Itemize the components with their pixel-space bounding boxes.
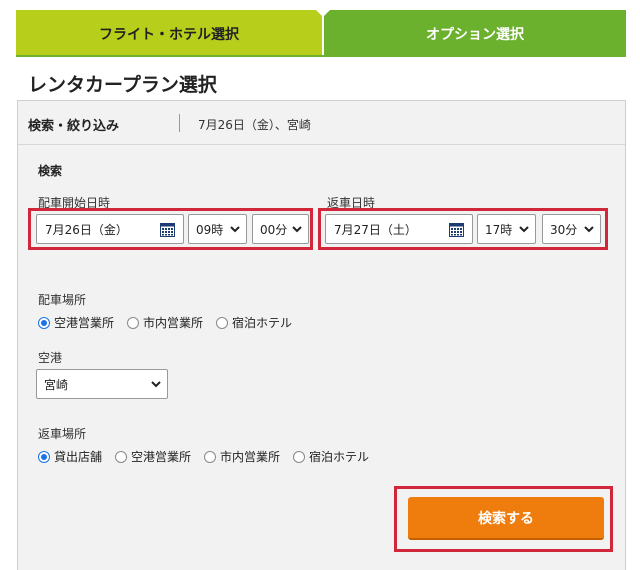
radio-selected-icon[interactable] [38, 450, 50, 463]
search-panel-header[interactable]: 検索・絞り込み 7月26日（金）、宮崎 [18, 101, 625, 145]
radio-label: 宿泊ホテル [232, 316, 293, 330]
pickup-minute-select[interactable]: 00分 [252, 214, 309, 244]
return-hour-select[interactable]: 17時 [477, 214, 536, 244]
radio-icon[interactable] [115, 450, 128, 463]
pickup-place-label: 配車場所 [38, 293, 87, 307]
radio-selected-icon[interactable] [38, 316, 50, 329]
tab-underline [16, 55, 626, 57]
radio-pickup-airport-office[interactable]: 空港営業所 [38, 314, 114, 331]
step-tabs: フライト・ホテル選択 オプション選択 [16, 10, 626, 57]
return-place-radio-group: 貸出店舗 空港営業所 市内営業所 宿泊ホテル [38, 448, 382, 465]
search-section-title: 検索 [38, 164, 63, 178]
header-divider [179, 114, 180, 132]
calendar-icon[interactable] [449, 222, 464, 237]
chevron-down-icon [151, 381, 161, 388]
page-title: レンタカープラン選択 [28, 74, 217, 96]
radio-icon[interactable] [293, 450, 306, 463]
radio-label: 空港営業所 [54, 316, 115, 330]
return-date-value: 7月27日（土） [334, 222, 417, 237]
radio-icon[interactable] [127, 316, 140, 329]
chevron-down-icon [230, 226, 240, 233]
return-minute-value: 30分 [550, 222, 578, 237]
chevron-down-icon [292, 226, 302, 233]
radio-icon[interactable] [216, 316, 229, 329]
radio-return-hotel[interactable]: 宿泊ホテル [293, 448, 369, 465]
radio-label: 市内営業所 [220, 450, 281, 464]
radio-label: 宿泊ホテル [309, 450, 370, 464]
airport-select[interactable]: 宮崎 [36, 369, 168, 399]
search-button[interactable]: 検索する [408, 497, 604, 540]
return-minute-select[interactable]: 30分 [542, 214, 601, 244]
radio-label: 貸出店舗 [54, 450, 103, 464]
tab-flight-hotel[interactable]: フライト・ホテル選択 [16, 10, 322, 57]
pickup-date-value: 7月26日（金） [45, 222, 128, 237]
radio-label: 空港営業所 [131, 450, 192, 464]
chevron-down-icon [519, 226, 529, 233]
radio-pickup-hotel[interactable]: 宿泊ホテル [216, 314, 292, 331]
search-filter-label: 検索・絞り込み [28, 119, 120, 134]
radio-return-rental-store[interactable]: 貸出店舗 [38, 448, 102, 465]
pickup-place-radio-group: 空港営業所 市内営業所 宿泊ホテル [38, 314, 305, 331]
pickup-date-field[interactable]: 7月26日（金） [36, 214, 184, 244]
pickup-hour-select[interactable]: 09時 [188, 214, 247, 244]
radio-return-city-office[interactable]: 市内営業所 [204, 448, 280, 465]
radio-label: 市内営業所 [143, 316, 204, 330]
return-place-label: 返車場所 [38, 427, 87, 441]
chevron-down-icon [584, 226, 594, 233]
pickup-hour-value: 09時 [196, 222, 224, 237]
return-hour-value: 17時 [485, 222, 513, 237]
return-date-field[interactable]: 7月27日（土） [325, 214, 473, 244]
radio-pickup-city-office[interactable]: 市内営業所 [127, 314, 203, 331]
search-summary: 7月26日（金）、宮崎 [198, 118, 311, 132]
airport-value: 宮崎 [44, 377, 69, 392]
pickup-minute-value: 00分 [260, 222, 288, 237]
tab-options[interactable]: オプション選択 [324, 10, 626, 57]
radio-icon[interactable] [204, 450, 217, 463]
radio-return-airport-office[interactable]: 空港営業所 [115, 448, 191, 465]
calendar-icon[interactable] [160, 222, 175, 237]
airport-label: 空港 [38, 351, 63, 365]
